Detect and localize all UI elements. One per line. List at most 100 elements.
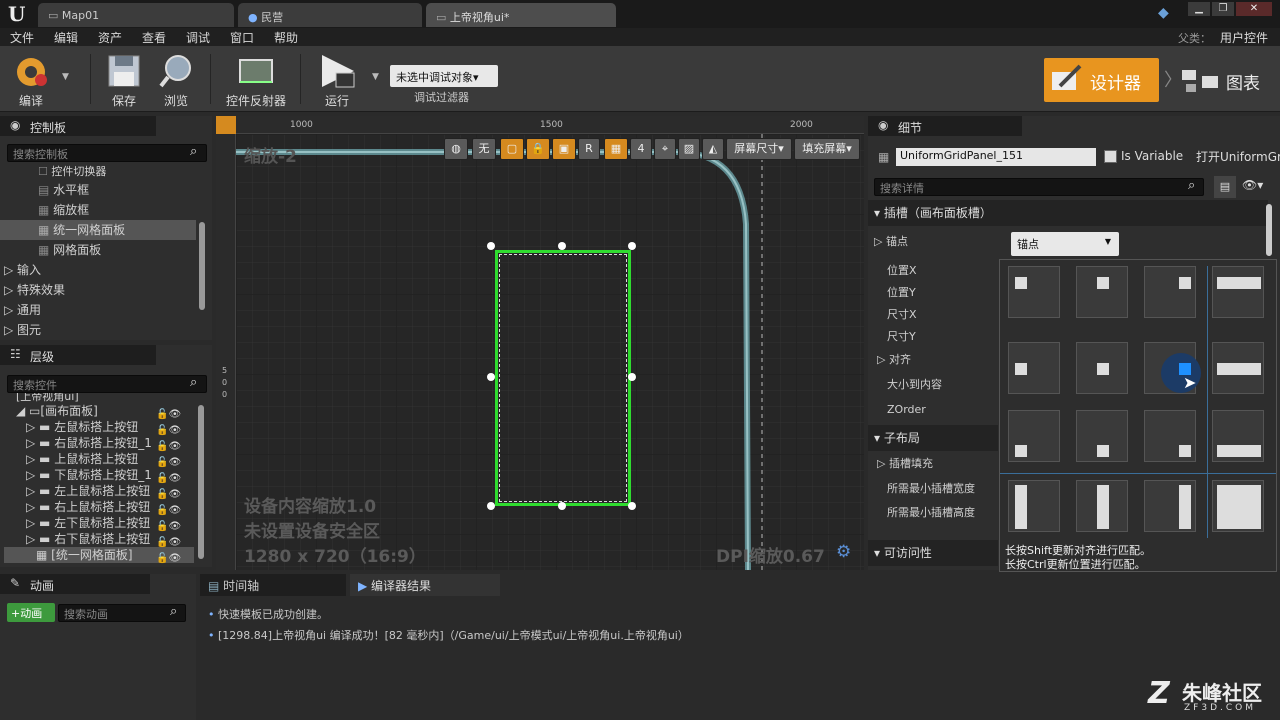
notification-icon[interactable]: ◆ (1158, 5, 1169, 21)
resize-handle[interactable] (558, 502, 566, 510)
widget-reflector-button[interactable]: 控件反射器 (222, 50, 290, 110)
accessibility-section-header[interactable]: ▾ 可访问性 (868, 540, 998, 566)
resize-handle[interactable] (628, 502, 636, 510)
compile-button[interactable]: 编译 (6, 50, 56, 110)
lock-icon[interactable]: 🔒 (526, 138, 550, 160)
fill-screen-dropdown[interactable]: 填充屏幕▾ (794, 138, 860, 160)
palette-item-horizontal-box[interactable]: ▤ 水平框 (0, 180, 196, 200)
add-animation-button[interactable]: +动画 (7, 603, 55, 622)
palette-item-grid-panel[interactable]: ▦ 网格面板 (0, 240, 196, 260)
anchor-bottom-center[interactable] (1076, 410, 1128, 462)
browse-button[interactable]: 浏览 (154, 50, 198, 110)
anchor-top-right[interactable] (1144, 266, 1196, 318)
frame-icon[interactable]: ▢ (500, 138, 524, 160)
tab-map01[interactable]: ▭ Map01 (38, 3, 234, 27)
size-y-label: 尺寸Y (887, 330, 916, 343)
tree-root[interactable]: [上帝视角ui] (4, 393, 194, 403)
anchor-top-center[interactable] (1076, 266, 1128, 318)
slot-section-header[interactable]: ▾ 插槽（画布面板槽） (868, 200, 1268, 226)
screen-size-dropdown[interactable]: 屏幕尺寸▾ (726, 138, 792, 160)
minimize-button[interactable]: ▁ (1188, 2, 1210, 16)
hierarchy-scrollbar[interactable] (198, 405, 204, 559)
lock-eye-icons[interactable]: 🔓👁 🔓👁 🔓👁 🔓👁 🔓👁 🔓👁 🔓👁 🔓👁 🔓👁 🔓👁 (156, 407, 192, 567)
dpi-settings-gear-icon[interactable]: ⚙ (836, 542, 851, 562)
run-button[interactable]: 运行 (312, 50, 362, 110)
selected-uniform-grid-panel[interactable] (495, 250, 631, 506)
palette-search-input[interactable]: 搜索控制板 (7, 144, 207, 162)
palette-category-special-effects[interactable]: ▷ 特殊效果 (0, 280, 196, 300)
tab-timeline[interactable]: ▤ 时间轴 (200, 574, 346, 596)
grid-size-value[interactable]: 4 (630, 138, 652, 160)
open-class-link[interactable]: 打开UniformGr (1196, 148, 1280, 165)
palette-item-uniform-grid-panel[interactable]: ▦ 统一网格面板 (0, 220, 196, 240)
maximize-button[interactable]: ❐ (1212, 2, 1234, 16)
respect-locks-icon[interactable]: ▣ (552, 138, 576, 160)
parent-class-value[interactable]: 用户控件 (1220, 29, 1268, 46)
close-button[interactable]: ✕ (1236, 2, 1272, 16)
anchor-bottom-right[interactable] (1144, 410, 1196, 462)
run-options-chevron-icon[interactable]: ▼ (372, 72, 379, 82)
tab-widget-blueprint[interactable]: ▭ 上帝视角ui* (426, 3, 616, 27)
palette-category-primitive[interactable]: ▷ 图元 (0, 320, 196, 340)
anchor-full-stretch[interactable] (1212, 480, 1264, 532)
designer-viewport[interactable]: 1000 1500 2000 5 0 0 缩放-2 ◍ 无 ▢ 🔒 ▣ R ▦ … (216, 116, 864, 570)
menu-help[interactable]: 帮助 (274, 29, 298, 46)
resize-handle[interactable] (628, 373, 636, 381)
fit-icon[interactable]: ⌖ (654, 138, 676, 160)
mirror-icon[interactable]: ◭ (702, 138, 724, 160)
resize-handle[interactable] (487, 373, 495, 381)
menu-view[interactable]: 查看 (142, 29, 166, 46)
child-layout-section-header[interactable]: ▾ 子布局 (868, 425, 998, 451)
designer-mode-button[interactable]: 设计器 (1044, 58, 1159, 102)
anchor-bottom-left[interactable] (1008, 410, 1060, 462)
tab-compiler-results[interactable]: ▶ 编译器结果 (350, 574, 500, 596)
compile-options-chevron-icon[interactable]: ▼ (62, 72, 69, 82)
debug-object-select[interactable]: 未选中调试对象▾ (390, 65, 498, 87)
animation-search-input[interactable]: 搜索动画 (58, 604, 186, 622)
details-search-input[interactable]: 搜索详情 (874, 178, 1204, 196)
anchor-bottom-stretch[interactable] (1212, 410, 1264, 462)
magnifier-icon (159, 55, 191, 88)
menu-edit[interactable]: 编辑 (54, 29, 78, 46)
resize-handle[interactable] (487, 502, 495, 510)
anchor-center-left[interactable] (1008, 342, 1060, 394)
palette-item-widget-switcher[interactable]: ☐ 控件切换器 (0, 164, 196, 180)
device-scale-info: 设备内容缩放1.0 (244, 497, 377, 517)
r-toggle[interactable]: R (578, 138, 600, 160)
palette-category-input[interactable]: ▷ 输入 (0, 260, 196, 280)
anchor-top-stretch[interactable] (1212, 266, 1264, 318)
resize-handle[interactable] (628, 242, 636, 250)
anchor-center-vstretch[interactable] (1076, 480, 1128, 532)
visibility-eye-icon[interactable]: 👁▾ (1242, 178, 1263, 192)
tab-minying[interactable]: ● 民营 (238, 3, 422, 27)
grid-snap-icon[interactable]: ▦ (604, 138, 628, 160)
anchor-top-left[interactable] (1008, 266, 1060, 318)
hierarchy-search-input[interactable]: 搜索控件 (7, 375, 207, 393)
min-slot-height-label: 所需最小插槽高度 (887, 506, 975, 519)
menu-debug[interactable]: 调试 (186, 29, 210, 46)
is-variable-checkbox[interactable] (1104, 150, 1117, 163)
anchor-right-vstretch[interactable] (1144, 480, 1196, 532)
palette-item-scale-box[interactable]: ▦ 缩放框 (0, 200, 196, 220)
save-button[interactable]: 保存 (102, 50, 146, 110)
unreal-logo[interactable]: U (8, 2, 25, 26)
image-icon[interactable]: ▨ (678, 138, 700, 160)
menu-asset[interactable]: 资产 (98, 29, 122, 46)
menu-file[interactable]: 文件 (10, 29, 34, 46)
anchor-left-vstretch[interactable] (1008, 480, 1060, 532)
anchor-center[interactable] (1076, 342, 1128, 394)
widget-name-field[interactable]: UniformGridPanel_151 (896, 148, 1096, 166)
resize-handle[interactable] (487, 242, 495, 250)
details-scrollbar[interactable] (1266, 204, 1272, 256)
globe-icon[interactable]: ◍ (444, 138, 468, 160)
property-matrix-icon[interactable]: ▤ (1214, 176, 1236, 198)
anchor-center-stretch[interactable] (1212, 342, 1264, 394)
resize-handle[interactable] (558, 242, 566, 250)
anchor-dropdown[interactable]: 锚点 ▼ (1011, 232, 1119, 256)
palette-scrollbar[interactable] (199, 222, 205, 310)
graph-mode-button[interactable]: 图表 (1178, 58, 1270, 102)
none-toggle[interactable]: 无 (472, 138, 496, 160)
anchor-center-right[interactable]: ➤ (1144, 342, 1201, 394)
menu-window[interactable]: 窗口 (230, 29, 254, 46)
palette-category-common[interactable]: ▷ 通用 (0, 300, 196, 320)
